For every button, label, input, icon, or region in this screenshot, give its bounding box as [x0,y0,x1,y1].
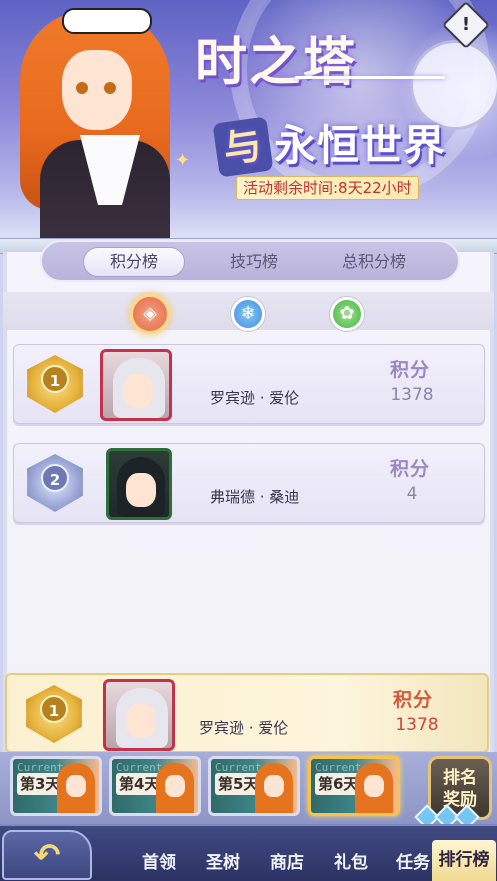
back-button[interactable]: ↶ [2,830,92,880]
day-card[interactable]: Current 第5天 [208,756,300,816]
tab-skill-ranking[interactable]: 技巧榜 [204,248,304,276]
player-name: 罗宾逊 · 爱伦 [199,719,289,737]
avatar-face [123,374,153,408]
tab-score-ranking[interactable]: 积分榜 [84,248,184,276]
nav-item-tasks[interactable]: 任务 [388,848,438,878]
nav-item-boss[interactable]: 首领 [134,848,184,878]
day-character [355,763,393,813]
event-banner: ★ ✦ ✦ 时之塔 与永恒世界 活动剩余时间:8天22小时 [0,0,497,240]
avatar [100,349,172,421]
day-card[interactable]: Current 第4天 [109,756,201,816]
nav-item-leaderboard[interactable]: 排行榜 [432,840,496,881]
day-character [57,763,95,813]
rank-number: 2 [41,464,69,492]
avatar [103,679,175,751]
score-value: 1378 [395,715,439,735]
event-subtitle: 与永恒世界 [212,112,496,178]
player-name: 罗宾逊 · 爱伦 [210,389,300,407]
character-face [62,50,132,130]
wood-element-icon[interactable]: ✿ [330,297,364,331]
tab-total-score-ranking[interactable]: 总积分榜 [324,248,424,276]
character-eye [104,82,116,94]
day-card-current[interactable]: Current 第6天 [308,756,400,816]
ranking-row[interactable]: 2 弗瑞德 · 桑迪 积分 4 [13,443,485,523]
character-eye [76,82,88,94]
score-value: 1378 [390,385,434,405]
score-label: 积分 [393,689,434,711]
fire-element-icon[interactable]: ◈ [130,294,170,334]
day-character [255,763,293,813]
rank-number: 1 [40,695,68,723]
event-title: 时之塔 [195,32,358,93]
my-ranking-row[interactable]: 1 罗宾逊 · 爱伦 积分 1378 [5,673,489,753]
day-character [156,763,194,813]
avatar-face [126,704,156,738]
score-label: 积分 [390,359,431,381]
subtitle-badge: 与 [212,116,274,178]
title-underline [295,76,445,79]
event-timer: 活动剩余时间:8天22小时 [236,176,419,200]
subtitle-text: 永恒世界 [274,121,447,170]
water-element-icon[interactable]: ❄ [231,297,265,331]
character-headband [62,8,152,34]
nav-item-shop[interactable]: 商店 [262,848,312,878]
nav-item-sacred-tree[interactable]: 圣树 [198,848,248,878]
ranking-row[interactable]: 1 罗宾逊 · 爱伦 积分 1378 [13,344,485,424]
day-card[interactable]: Current 第3天 [10,756,102,816]
reward-label-line1: 排名 [443,768,477,788]
info-icon: ! [461,14,471,35]
star-icon: ✦ [175,150,191,171]
rank-number: 1 [41,365,69,393]
avatar-face [126,473,156,507]
back-arrow-icon: ↶ [33,836,61,874]
score-label: 积分 [390,458,431,480]
nav-item-gift-pack[interactable]: 礼包 [326,848,376,878]
score-value: 4 [406,484,418,504]
player-name: 弗瑞德 · 桑迪 [210,488,300,506]
avatar [106,448,172,520]
ranking-tabs: 积分榜 技巧榜 总积分榜 [40,240,460,282]
